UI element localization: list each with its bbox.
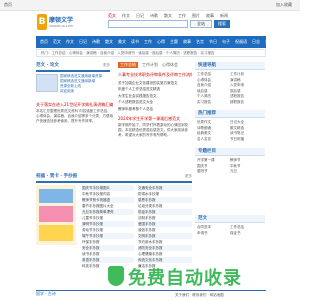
featured-thumb-line: 欢迎阅读 — [60, 89, 74, 93]
search-tab[interactable]: 作文 — [122, 13, 130, 19]
nav-item[interactable]: 首页 — [40, 36, 48, 48]
search-button[interactable]: 搜索 — [214, 20, 230, 28]
news-headline-2[interactable]: 2024年学生开学第一课观后感范文 — [118, 116, 192, 122]
search-tab[interactable]: 散文 — [164, 13, 172, 19]
nav-item[interactable]: 句子 — [222, 36, 230, 48]
gallery-panel-title: 祝福 · 贺卡 · 手抄报 — [36, 174, 78, 179]
search-tab[interactable]: 工作 — [178, 13, 186, 19]
top-bar: 首页 加入收藏 — [0, 0, 300, 11]
featured-panel-header: 范文 · 论文 更多 — [36, 62, 110, 72]
gallery-more-link[interactable]: 更多 — [185, 174, 192, 179]
search-input[interactable] — [108, 20, 188, 28]
gallery-image[interactable] — [36, 185, 76, 245]
search-tab[interactable]: 日记 — [136, 13, 144, 19]
gallery-list-left: 国庆节手抄报图片 中秋节手抄报内容 教师节贺卡祝福语 春节手抄报图片大全 元旦手… — [82, 185, 134, 269]
home-link[interactable]: 首页 — [4, 2, 12, 8]
nav-item[interactable]: 范文 — [53, 36, 61, 48]
search-tab[interactable]: 诗歌 — [150, 13, 158, 19]
sidebar-list: 工作总结 工作计划 心得体会 演讲稿 自我介绍 入党申请 读后感 观后感 个人简… — [197, 72, 263, 106]
sidebar-item[interactable]: 重阳节 — [197, 169, 230, 175]
nav-item[interactable]: 祝福语 — [235, 36, 247, 48]
nav-item[interactable]: 名言 — [196, 36, 204, 48]
search-tab[interactable]: 故事 — [206, 13, 214, 19]
search-tab[interactable]: 新闻 — [220, 13, 228, 19]
watermark: 免费自动收录 — [108, 262, 278, 292]
watermark-text: 免费自动收录 — [128, 268, 242, 289]
nav-item[interactable]: 工作 — [144, 36, 152, 48]
gallery-panel-header: 祝福 · 贺卡 · 手抄报 更多 — [36, 173, 192, 183]
nav-item[interactable]: 美文 — [118, 36, 126, 48]
featured-more-link[interactable]: 更多 — [103, 63, 110, 68]
nav-item[interactable]: 心得 — [157, 36, 165, 48]
featured-headline[interactable]: 关于落实在进入21世纪开学典礼演讲稿汇编 — [36, 102, 116, 108]
footer-links[interactable]: 关于我们 · 联系我们 · 网站地图 — [175, 293, 224, 298]
gallery-list-right: 交通安全手抄报 防溺水手抄报 感恩手抄报 垃圾分类手抄报 防疫手抄报 法制手抄报… — [138, 185, 192, 269]
nav-item[interactable]: 主题 — [170, 36, 178, 48]
site-name[interactable]: 摩顿文学 — [49, 15, 73, 24]
news-tab[interactable]: 工作计划 — [142, 62, 158, 68]
sidebar-item[interactable]: 元旦 — [230, 169, 263, 175]
sidebar-header: 专题栏目 — [195, 148, 265, 156]
nav-item[interactable]: 读书 — [131, 36, 139, 48]
news-headline[interactable]: 人事专业技术职务评审条件及评审工作流程范文 — [118, 72, 192, 78]
sidebar-list: 开学第一课 教师节 国庆节 中秋节 重阳节 元旦 — [197, 158, 263, 175]
nav-item[interactable]: 日志 — [252, 36, 260, 48]
search-tab[interactable]: 范文 — [108, 13, 116, 19]
nav-item[interactable]: 散文 — [105, 36, 113, 48]
news-list: 关于加强企业文化建设的实施方案范文 年度个人工作总结范文精选 大学生社会实践报告… — [118, 80, 192, 112]
logo-icon[interactable]: B — [37, 14, 47, 30]
sidebar-list: 合同范本 工作总结 申请书 保证书 — [197, 225, 263, 236]
nav-item[interactable]: 日记 — [79, 36, 87, 48]
shield-icon — [108, 266, 124, 286]
nav-item[interactable]: 节日 — [209, 36, 217, 48]
sidebar-item[interactable]: 辞职报告 — [230, 100, 263, 106]
nav-item[interactable]: 故事 — [183, 36, 191, 48]
nav-item[interactable]: 作文 — [66, 36, 74, 48]
sidebar-item[interactable]: 实习报告 — [197, 100, 230, 106]
add-favorite-link[interactable]: 加入收藏 — [276, 2, 292, 8]
footer-section-header: 国学 · 古诗 — [36, 290, 266, 299]
sidebar-item[interactable]: 节日祝福 — [230, 137, 263, 143]
gallery-tile — [39, 206, 73, 222]
search-tab[interactable]: 图片 — [192, 13, 200, 19]
sidebar-item[interactable]: 申请书 — [197, 231, 230, 237]
sidebar-list: 优秀作文 日记大全 诗歌朗诵 散文精选 经典美文 读书笔记 名人名言 节日祝福 — [197, 120, 263, 142]
gallery-tile — [39, 225, 73, 241]
sidebar-header: 范文 — [195, 215, 265, 223]
sidebar-header: 热门推荐 — [195, 110, 265, 118]
featured-panel-title: 范文 · 论文 — [36, 63, 59, 68]
sidebar-item[interactable]: 名人名言 — [197, 137, 230, 143]
gallery-tile — [39, 189, 73, 203]
sidebar-header: 快速导航 — [195, 62, 265, 70]
nav-item[interactable]: 诗歌 — [92, 36, 100, 48]
news-tab-active[interactable]: 工作总结 — [118, 62, 138, 68]
news-tabs: 工作总结 工作计划 心得体会 — [118, 62, 178, 68]
main-nav: 首页 范文 作文 日记 诗歌 散文 美文 读书 工作 心得 主题 故事 名言 节… — [36, 36, 266, 48]
sidebar-item[interactable]: 保证书 — [230, 231, 263, 237]
news-tab[interactable]: 心得体会 — [162, 62, 178, 68]
featured-paragraph: 本站汇总整理优秀范文资料 内容涵盖工作总结、心得体会、演讲稿、自我介绍等多个分类… — [36, 109, 113, 124]
search-category-tabs: 范文 作文 日记 诗歌 散文 工作 图片 故事 新闻 — [108, 13, 228, 19]
search-scope-select[interactable]: 全站 — [190, 20, 212, 28]
hot-links-bar[interactable]: 热门：工作总结 · 心得体会 · 演讲稿 · 自我介绍 · 入党申请书 · 读后… — [36, 49, 266, 57]
footer-section-title: 国学 · 古诗 — [36, 291, 56, 296]
featured-thumb-caption[interactable]: 国家精选范文通用新增资源 国家精选范文通用新增 资源全新上线 欢迎阅读 — [60, 74, 112, 94]
news-paragraph: 新学期开始了，同学们怀着激动的心情回到校园，本站精选优秀观后感范文，供大家阅读参… — [118, 123, 188, 138]
list-item[interactable]: 教师年度考核个人总结 — [118, 106, 192, 112]
featured-thumbnail[interactable] — [36, 74, 58, 92]
site-domain: xiaoshuo.com — [49, 24, 74, 28]
nav-item[interactable]: 总结 — [265, 36, 266, 48]
